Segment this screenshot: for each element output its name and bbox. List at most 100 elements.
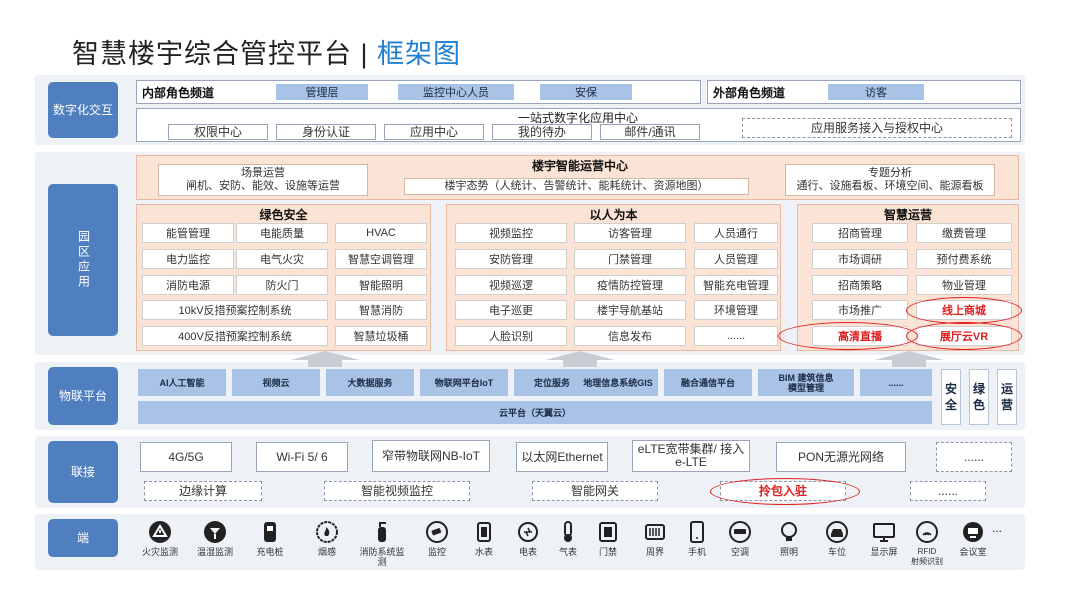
edge-item-more[interactable]: ...... [910, 481, 986, 501]
phone-icon [690, 521, 704, 543]
device-parking[interactable]: 车位 [812, 520, 862, 557]
net-item[interactable]: PON无源光网络 [776, 442, 906, 472]
green-cell[interactable]: 智能照明 [335, 275, 427, 295]
iot-item[interactable]: AI人工智能 [138, 369, 226, 396]
smart-cell[interactable]: 招商管理 [812, 223, 908, 243]
smart-cell[interactable]: 招商策略 [812, 275, 908, 295]
iot-item[interactable]: ...... [860, 369, 932, 396]
thermometer-icon [204, 521, 226, 543]
device-charger[interactable]: 充电桩 [245, 520, 295, 557]
edge-item[interactable]: 智能网关 [532, 481, 658, 501]
device-fire[interactable]: 火灾监测 [135, 520, 185, 557]
topic-analysis[interactable]: 专题分析 通行、设施看板、环境空间、能源看板 [785, 164, 995, 196]
device-ac[interactable]: 空调 [715, 520, 765, 557]
net-item[interactable]: 窄带物联网NB-IoT [372, 440, 490, 472]
app-access-center[interactable]: 应用服务接入与授权中心 [742, 118, 1012, 138]
layer-park: 园区应用 [48, 184, 118, 336]
ac-icon [729, 521, 751, 543]
people-cell[interactable]: 电子巡更 [455, 300, 567, 320]
iot-item[interactable]: 融合通信平台 [664, 369, 752, 396]
smart-cell[interactable]: 物业管理 [916, 275, 1012, 295]
green-cell[interactable]: 防火门 [236, 275, 328, 295]
net-item[interactable]: 以太网Ethernet [516, 442, 608, 472]
people-cell[interactable]: 人员通行 [694, 223, 778, 243]
green-cell[interactable]: 智慧垃圾桶 [335, 326, 427, 346]
title-highlight: 框架图 [377, 39, 462, 69]
device-water[interactable]: 水表 [459, 520, 509, 557]
edge-item[interactable]: 边缘计算 [144, 481, 262, 501]
topic-analysis-desc: 通行、设施看板、环境空间、能源看板 [796, 180, 984, 192]
external-channel-title: 外部角色频道 [713, 86, 786, 100]
green-cell[interactable]: 消防电源 [142, 275, 234, 295]
iot-item[interactable]: 物联网平台IoT [420, 369, 508, 396]
net-item[interactable]: Wi-Fi 5/ 6 [256, 442, 348, 472]
people-title: 以人为本 [589, 208, 638, 222]
role-management[interactable]: 管理层 [276, 84, 368, 100]
people-cell[interactable]: 访客管理 [574, 223, 686, 243]
role-visitor[interactable]: 访客 [828, 84, 924, 100]
building-situation[interactable]: 楼宇态势（人统计、告警统计、能耗统计、资源地图） [404, 178, 749, 195]
smart-cell[interactable]: 缴费管理 [916, 223, 1012, 243]
people-cell[interactable]: 信息发布 [574, 326, 686, 346]
people-cell[interactable]: 门禁管理 [574, 249, 686, 269]
scene-ops[interactable]: 场景运营 闸机、安防、能效、设施等运营 [158, 164, 368, 196]
people-cell[interactable]: 视频巡逻 [455, 275, 567, 295]
people-cell[interactable]: ...... [694, 326, 778, 346]
people-cell[interactable]: 人员管理 [694, 249, 778, 269]
green-cell[interactable]: 电力监控 [142, 249, 234, 269]
net-item-more[interactable]: ...... [936, 442, 1012, 472]
device-door[interactable]: 门禁 [583, 520, 633, 557]
device-light[interactable]: 照明 [764, 520, 814, 557]
hd-live-cell[interactable]: 高清直播 [812, 326, 908, 346]
app-identity[interactable]: 身份认证 [276, 124, 376, 140]
iot-item[interactable]: 地理信息系统GIS [578, 369, 658, 396]
device-fire-system[interactable]: 消防系统监测 [357, 520, 407, 567]
device-meeting[interactable]: 会议室 [948, 520, 998, 557]
device-rfid[interactable]: RFID 射频识别 [902, 520, 952, 567]
internal-channel-title: 内部角色频道 [142, 86, 215, 100]
green-cell[interactable]: 能管管理 [142, 223, 234, 243]
net-item[interactable]: eLTE宽带集群/ 接入e-LTE [632, 440, 750, 472]
green-cell[interactable]: 智慧空调管理 [335, 249, 427, 269]
people-cell[interactable]: 楼宇导航基站 [574, 300, 686, 320]
green-cell[interactable]: 电气火灾 [236, 249, 328, 269]
green-cell[interactable]: 10kV反措预案控制系统 [142, 300, 328, 320]
people-cell[interactable]: 安防管理 [455, 249, 567, 269]
device-camera[interactable]: 监控 [412, 520, 462, 557]
rfid-icon [916, 521, 938, 543]
app-mail[interactable]: 邮件/通讯 [600, 124, 700, 140]
edge-item[interactable]: 智能视频监控 [324, 481, 470, 501]
iot-item[interactable]: 视频云 [232, 369, 320, 396]
device-temp[interactable]: 温湿监测 [190, 520, 240, 557]
topic-analysis-title: 专题分析 [868, 167, 912, 179]
iot-item[interactable]: BIM 建筑信息 模型管理 [758, 369, 854, 396]
app-todo[interactable]: 我的待办 [492, 124, 592, 140]
people-cell[interactable]: 疫情防控管理 [574, 275, 686, 295]
move-in-item[interactable]: 拎包入驻 [720, 481, 846, 501]
people-cell[interactable]: 环境管理 [694, 300, 778, 320]
role-monitor-staff[interactable]: 监控中心人员 [398, 84, 514, 100]
people-cell[interactable]: 智能充电管理 [694, 275, 778, 295]
iot-item[interactable]: 大数据服务 [326, 369, 414, 396]
smoke-icon [316, 521, 338, 543]
people-cell[interactable]: 人脸识别 [455, 326, 567, 346]
green-cell[interactable]: 智慧消防 [335, 300, 427, 320]
people-cell[interactable]: 视频监控 [455, 223, 567, 243]
online-mall-cell[interactable]: 线上商城 [916, 300, 1012, 320]
device-smoke[interactable]: 烟感 [302, 520, 352, 557]
smart-cell[interactable]: 市场调研 [812, 249, 908, 269]
devices-more: ... [992, 521, 1003, 535]
smart-cell[interactable]: 预付费系统 [916, 249, 1012, 269]
up-arrow-icon [545, 351, 615, 367]
role-security[interactable]: 安保 [540, 84, 632, 100]
smart-cell[interactable]: 市场推广 [812, 300, 908, 320]
net-item[interactable]: 4G/5G [140, 442, 232, 472]
smart-ops-title: 智慧运营 [883, 208, 932, 222]
app-center[interactable]: 应用中心 [384, 124, 484, 140]
green-cell[interactable]: 400V反措预案控制系统 [142, 326, 328, 346]
app-permission[interactable]: 权限中心 [168, 124, 268, 140]
green-cell[interactable]: 电能质量 [236, 223, 328, 243]
green-cell[interactable]: HVAC [335, 223, 427, 243]
showroom-vr-cell[interactable]: 展厅云VR [916, 326, 1012, 346]
cloud-platform[interactable]: 云平台（天翼云） [138, 401, 932, 424]
